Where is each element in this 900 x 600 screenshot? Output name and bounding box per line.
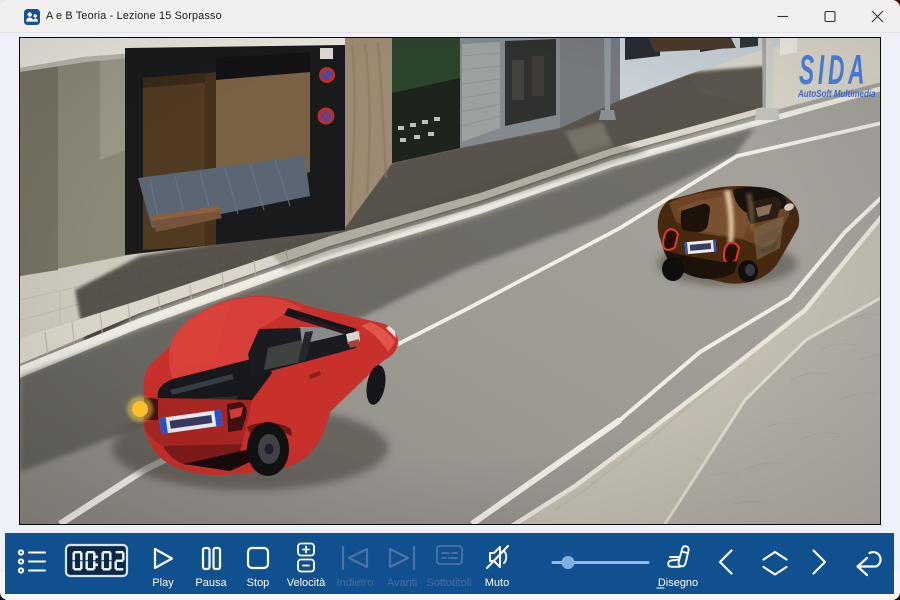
svg-text:Play: Play (152, 577, 174, 589)
svg-text:Velocità: Velocità (287, 577, 326, 589)
svg-text:Pausa: Pausa (195, 577, 227, 589)
svg-text:Avanti: Avanti (387, 577, 417, 589)
svg-text:Disegno: Disegno (658, 577, 698, 589)
svg-text:Indietro: Indietro (337, 577, 374, 589)
svg-text:Stop: Stop (247, 577, 270, 589)
svg-text:Muto: Muto (485, 577, 509, 589)
svg-text:Sottotitoli: Sottotitoli (426, 577, 471, 589)
